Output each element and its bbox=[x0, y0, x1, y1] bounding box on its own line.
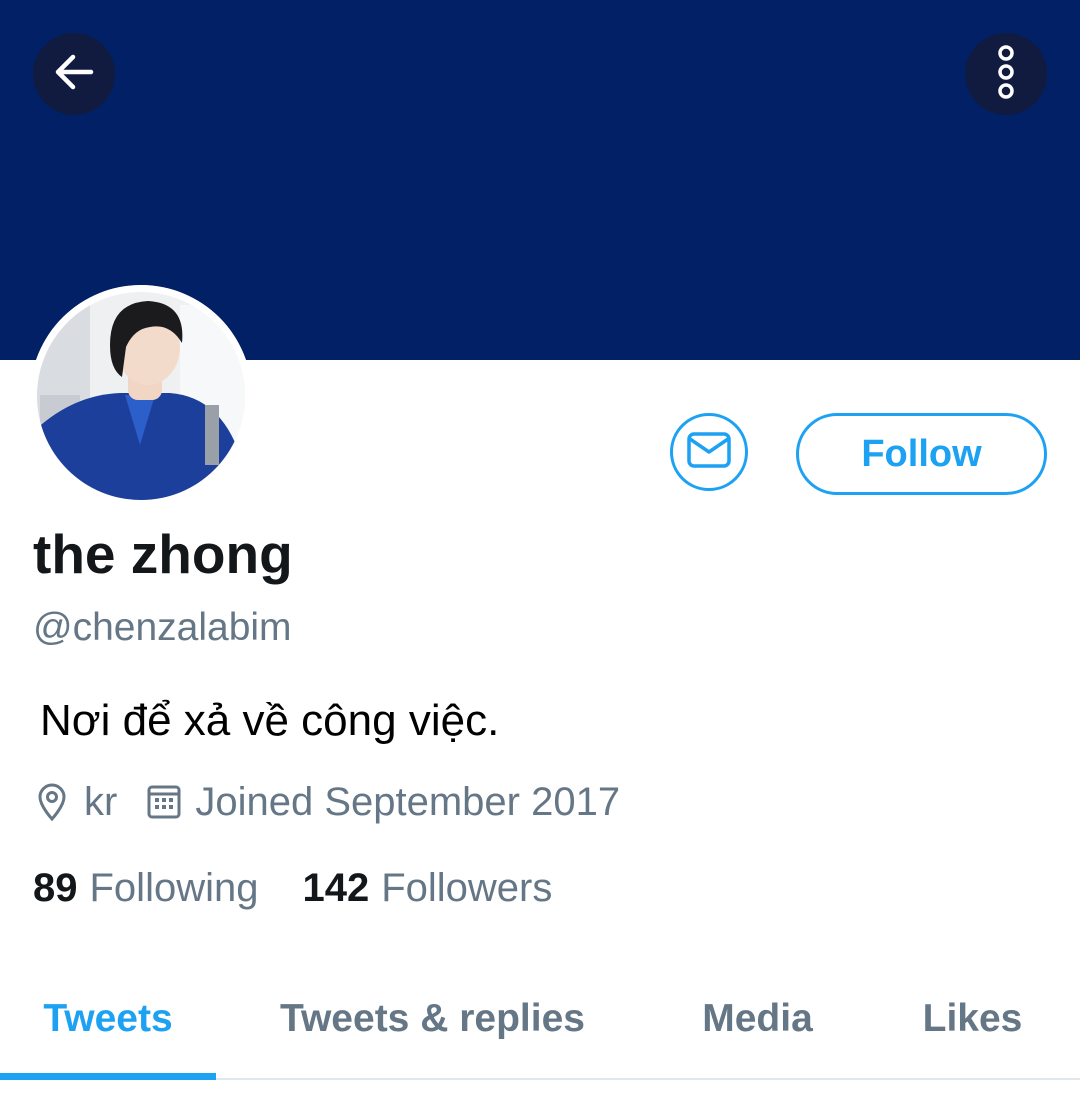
followers-count: 142 bbox=[302, 866, 370, 910]
back-button[interactable] bbox=[33, 33, 115, 115]
following-link[interactable]: 89 Following bbox=[33, 866, 258, 911]
vertical-dots-icon bbox=[994, 44, 1018, 105]
following-label: Following bbox=[89, 866, 259, 910]
tab-likes[interactable]: Likes bbox=[880, 960, 1065, 1078]
profile-page: Follow the zhong @chenzalabim Nơi để xả … bbox=[0, 0, 1080, 1097]
profile-tabs: Tweets Tweets & replies Media Likes bbox=[0, 960, 1080, 1080]
following-count: 89 bbox=[33, 866, 78, 910]
location-pin-icon bbox=[36, 782, 68, 822]
profile-meta: kr Joined September 2017 bbox=[36, 778, 620, 826]
tab-media[interactable]: Media bbox=[660, 960, 855, 1078]
user-handle: @chenzalabim bbox=[33, 606, 292, 649]
active-tab-indicator bbox=[0, 1073, 216, 1080]
followers-link[interactable]: 142 Followers bbox=[302, 866, 552, 911]
profile-bio: Nơi để xả về công việc. bbox=[40, 696, 500, 745]
message-button[interactable] bbox=[670, 413, 748, 491]
tab-tweets-replies[interactable]: Tweets & replies bbox=[240, 960, 625, 1078]
follow-stats: 89 Following 142 Followers bbox=[33, 866, 552, 911]
joined-date: Joined September 2017 bbox=[195, 779, 621, 824]
more-options-button[interactable] bbox=[965, 33, 1047, 115]
arrow-left-icon bbox=[51, 49, 97, 100]
display-name: the zhong bbox=[33, 523, 293, 585]
envelope-icon bbox=[686, 431, 732, 474]
tab-tweets[interactable]: Tweets bbox=[0, 960, 216, 1078]
follow-button[interactable]: Follow bbox=[796, 413, 1047, 495]
location-text: kr bbox=[84, 779, 118, 824]
avatar[interactable] bbox=[30, 285, 252, 507]
followers-label: Followers bbox=[381, 866, 553, 910]
calendar-icon bbox=[147, 785, 181, 819]
